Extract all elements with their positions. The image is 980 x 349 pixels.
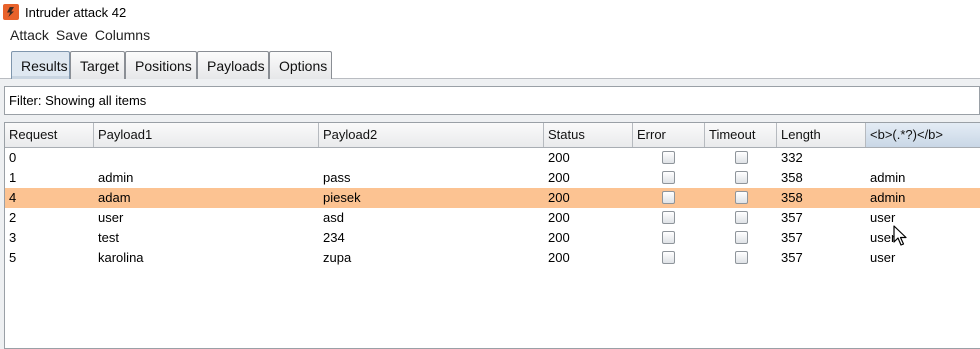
cell-request: 5 <box>9 250 17 265</box>
menu-attack[interactable]: Attack <box>10 27 49 43</box>
tab-payloads[interactable]: Payloads <box>197 51 269 79</box>
cell-payload2: zupa <box>323 250 352 265</box>
table-row[interactable]: 1 admin pass 200 358 admin <box>5 168 980 188</box>
cell-extract <box>866 148 870 168</box>
error-checkbox <box>662 191 675 204</box>
filter-label: Filter: Showing all items <box>9 93 147 108</box>
cell-status: 200 <box>548 230 570 245</box>
cell-request: 3 <box>9 230 17 245</box>
tab-strip: Results Target Positions Payloads Option… <box>0 46 980 79</box>
cell-payload2: pass <box>323 170 351 185</box>
cell-payload1: admin <box>98 170 134 185</box>
cell-length: 358 <box>781 170 803 185</box>
cell-payload2: asd <box>323 210 344 225</box>
title-bar: Intruder attack 42 <box>0 0 980 24</box>
cell-length: 357 <box>781 250 803 265</box>
cell-request: 2 <box>9 210 17 225</box>
results-table: Request Payload1 Payload2 Status Error T… <box>4 122 980 349</box>
cell-payload2: piesek <box>323 190 361 205</box>
table-row[interactable]: 0 200 332 <box>5 148 980 168</box>
mouse-cursor-icon <box>893 225 907 246</box>
column-header-status[interactable]: Status <box>544 123 633 147</box>
error-checkbox <box>662 211 675 224</box>
menu-save[interactable]: Save <box>56 27 88 43</box>
filter-bar[interactable]: Filter: Showing all items <box>4 86 980 115</box>
cell-payload1: user <box>98 210 124 225</box>
menu-columns[interactable]: Columns <box>95 27 150 43</box>
window-title: Intruder attack 42 <box>25 4 127 20</box>
table-row[interactable]: 2 user asd 200 357 user <box>5 208 980 228</box>
tab-options[interactable]: Options <box>269 51 332 79</box>
table-header: Request Payload1 Payload2 Status Error T… <box>5 123 980 148</box>
cell-extract: user <box>870 230 896 245</box>
error-checkbox <box>662 171 675 184</box>
table-row[interactable]: 5 karolina zupa 200 357 user <box>5 248 980 268</box>
column-header-payload2[interactable]: Payload2 <box>319 123 544 147</box>
menu-bar: Attack Save Columns <box>0 24 980 46</box>
cell-extract: admin <box>870 170 906 185</box>
cell-length: 357 <box>781 230 803 245</box>
cell-status: 200 <box>548 250 570 265</box>
error-checkbox <box>662 251 675 264</box>
tab-positions[interactable]: Positions <box>125 51 197 79</box>
table-row[interactable]: 3 test 234 200 357 user <box>5 228 980 248</box>
cell-status: 200 <box>548 210 570 225</box>
table-row[interactable]: 4 adam piesek 200 358 admin <box>5 188 980 208</box>
error-checkbox <box>662 231 675 244</box>
cell-request: 0 <box>9 150 17 165</box>
cell-length: 332 <box>781 150 803 165</box>
column-header-payload1[interactable]: Payload1 <box>94 123 319 147</box>
cell-payload1: adam <box>98 190 131 205</box>
cell-status: 200 <box>548 150 570 165</box>
cell-extract: admin <box>870 190 906 205</box>
column-header-length[interactable]: Length <box>777 123 866 147</box>
cell-length: 357 <box>781 210 803 225</box>
column-header-timeout[interactable]: Timeout <box>705 123 777 147</box>
cell-status: 200 <box>548 190 570 205</box>
cell-payload2: 234 <box>323 230 345 245</box>
cell-request: 4 <box>9 190 17 205</box>
burp-app-icon <box>3 4 19 20</box>
error-checkbox <box>662 151 675 164</box>
cell-request: 1 <box>9 170 17 185</box>
timeout-checkbox <box>735 231 748 244</box>
cell-status: 200 <box>548 170 570 185</box>
timeout-checkbox <box>735 211 748 224</box>
timeout-checkbox <box>735 251 748 264</box>
tab-results[interactable]: Results <box>11 51 70 79</box>
tab-target[interactable]: Target <box>70 51 125 79</box>
results-panel: Filter: Showing all items Request Payloa… <box>0 79 980 349</box>
timeout-checkbox <box>735 191 748 204</box>
timeout-checkbox <box>735 151 748 164</box>
column-header-request[interactable]: Request <box>5 123 94 147</box>
cell-extract: user <box>870 210 896 225</box>
cell-payload1: karolina <box>98 250 144 265</box>
cell-payload2 <box>319 148 323 168</box>
column-header-extract[interactable]: <b>(.*?)</b> <box>866 123 980 147</box>
cell-length: 358 <box>781 190 803 205</box>
cell-payload1 <box>94 148 98 168</box>
cell-payload1: test <box>98 230 119 245</box>
column-header-error[interactable]: Error <box>633 123 705 147</box>
cell-extract: user <box>870 250 896 265</box>
timeout-checkbox <box>735 171 748 184</box>
